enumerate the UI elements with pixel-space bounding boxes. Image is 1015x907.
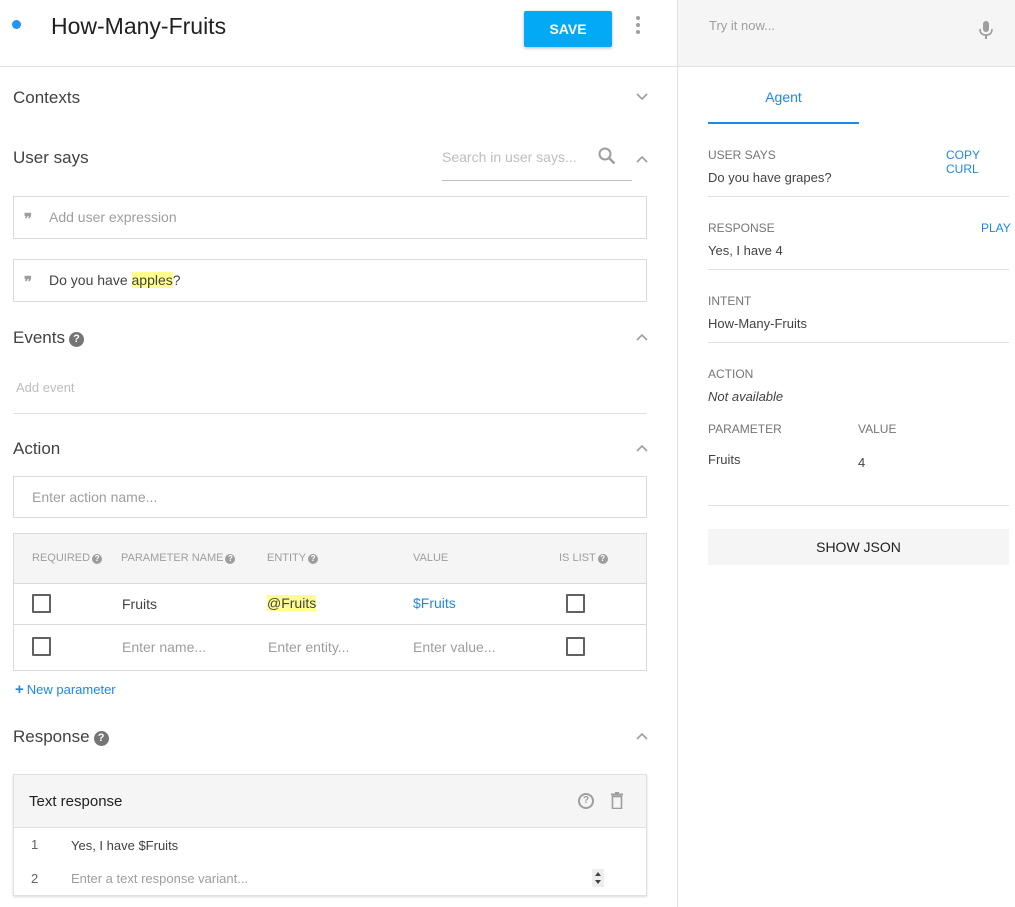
intent-link[interactable]: How-Many-Fruits	[708, 316, 807, 331]
action-name-box	[13, 476, 647, 518]
value-input[interactable]	[413, 639, 533, 655]
action-title: Action	[13, 439, 61, 458]
is-list-checkbox[interactable]	[566, 594, 585, 613]
test-console: Agent USER SAYS COPY CURL Do you have gr…	[678, 0, 1015, 907]
value-cell[interactable]: $Fruits	[413, 595, 456, 611]
action-value: Not available	[708, 389, 784, 404]
save-button[interactable]: SAVE	[524, 11, 612, 47]
parameters-table: REQUIRED? PARAMETER NAME? ENTITY? VALUE …	[13, 533, 647, 671]
user-says-value: Do you have grapes?	[708, 170, 832, 185]
parameter-name-input[interactable]	[122, 639, 242, 655]
parameter-value: 4	[858, 455, 866, 470]
try-it-bar	[678, 0, 1015, 67]
divider	[708, 505, 1009, 506]
intent-editor: How-Many-Fruits SAVE Contexts User says …	[0, 0, 678, 907]
response-value: Yes, I have 4	[708, 243, 783, 258]
add-event-input[interactable]: Add event	[16, 380, 75, 395]
action-name-input[interactable]	[32, 489, 612, 505]
column-header-parameter-name: PARAMETER NAME?	[121, 552, 236, 564]
column-header-entity: ENTITY?	[267, 552, 319, 564]
contexts-title[interactable]: Contexts	[13, 88, 80, 108]
trash-icon[interactable]	[611, 792, 623, 810]
divider	[708, 342, 1009, 343]
entity-input[interactable]	[268, 639, 388, 655]
table-row	[14, 625, 646, 670]
chevron-up-icon[interactable]	[636, 155, 648, 163]
tab-agent[interactable]: Agent	[708, 76, 859, 124]
help-icon[interactable]: ?	[93, 731, 109, 746]
microphone-icon[interactable]	[979, 21, 993, 40]
user-says-label: USER SAYS	[708, 148, 776, 162]
status-dot-icon	[12, 20, 21, 29]
text-response-card: Text response ? 1 Yes, I have $Fruits 2	[13, 774, 647, 896]
quote-icon: ❞	[24, 273, 33, 291]
required-checkbox[interactable]	[32, 594, 51, 613]
help-icon[interactable]: ?	[578, 793, 594, 809]
copy-curl-link[interactable]: COPY CURL	[946, 148, 1015, 176]
chevron-up-icon[interactable]	[636, 732, 648, 740]
action-label: ACTION	[708, 367, 754, 381]
user-expression-text[interactable]: Do you have apples?	[49, 272, 181, 288]
response-title: Response?	[13, 727, 109, 747]
text-response-header: Text response ?	[14, 775, 646, 828]
response-line-text[interactable]: Yes, I have $Fruits	[71, 838, 178, 853]
events-title: Events?	[13, 328, 84, 348]
intent-title: How-Many-Fruits	[51, 13, 227, 39]
plus-icon: +	[15, 681, 24, 698]
help-icon[interactable]: ?	[92, 554, 103, 564]
parameter-header: PARAMETER	[708, 422, 782, 436]
user-expression-item[interactable]: ❞ Do you have apples?	[13, 259, 647, 302]
column-header-value: VALUE	[413, 552, 449, 564]
value-header: VALUE	[858, 422, 897, 436]
new-parameter-button[interactable]: + New parameter	[15, 681, 116, 698]
chevron-down-icon[interactable]	[636, 93, 648, 101]
help-icon[interactable]: ?	[308, 554, 319, 564]
search-icon[interactable]	[598, 147, 616, 165]
try-it-input[interactable]	[709, 18, 959, 33]
chevron-up-icon[interactable]	[636, 444, 648, 452]
column-header-is-list: IS LIST?	[559, 552, 608, 564]
required-checkbox[interactable]	[32, 637, 51, 656]
resize-stepper-icon[interactable]	[592, 869, 604, 887]
text-response-title: Text response	[29, 793, 123, 810]
add-user-expression: ❞	[13, 196, 647, 239]
parameter-name-cell[interactable]: Fruits	[122, 596, 157, 612]
help-icon[interactable]: ?	[597, 554, 608, 564]
table-row: Fruits @Fruits $Fruits	[14, 584, 646, 625]
user-says-search	[442, 145, 632, 181]
chevron-up-icon[interactable]	[636, 333, 648, 341]
user-says-title: User says	[13, 148, 89, 167]
divider	[708, 269, 1009, 270]
response-label: RESPONSE	[708, 221, 775, 235]
show-json-button[interactable]: SHOW JSON	[708, 529, 1009, 565]
entity-annotation[interactable]: apples	[131, 272, 173, 288]
more-menu-icon[interactable]	[634, 16, 642, 38]
response-line-number: 1	[31, 837, 39, 852]
entity-cell[interactable]: @Fruits	[267, 595, 317, 611]
parameter-name: Fruits	[708, 452, 741, 467]
help-icon[interactable]: ?	[225, 554, 236, 564]
intent-label: INTENT	[708, 294, 752, 308]
user-expression-input[interactable]	[49, 209, 609, 225]
response-line-number: 2	[31, 871, 39, 886]
intent-header: How-Many-Fruits SAVE	[0, 0, 677, 67]
column-header-required: REQUIRED?	[32, 552, 103, 564]
is-list-checkbox[interactable]	[566, 637, 585, 656]
quote-icon: ❞	[24, 210, 33, 228]
help-icon[interactable]: ?	[68, 332, 84, 347]
table-header: REQUIRED? PARAMETER NAME? ENTITY? VALUE …	[14, 534, 646, 584]
play-link[interactable]: PLAY	[981, 221, 1011, 235]
search-input[interactable]	[442, 149, 592, 165]
divider	[13, 413, 647, 414]
divider	[708, 196, 1009, 197]
response-variant-input[interactable]	[71, 871, 571, 886]
